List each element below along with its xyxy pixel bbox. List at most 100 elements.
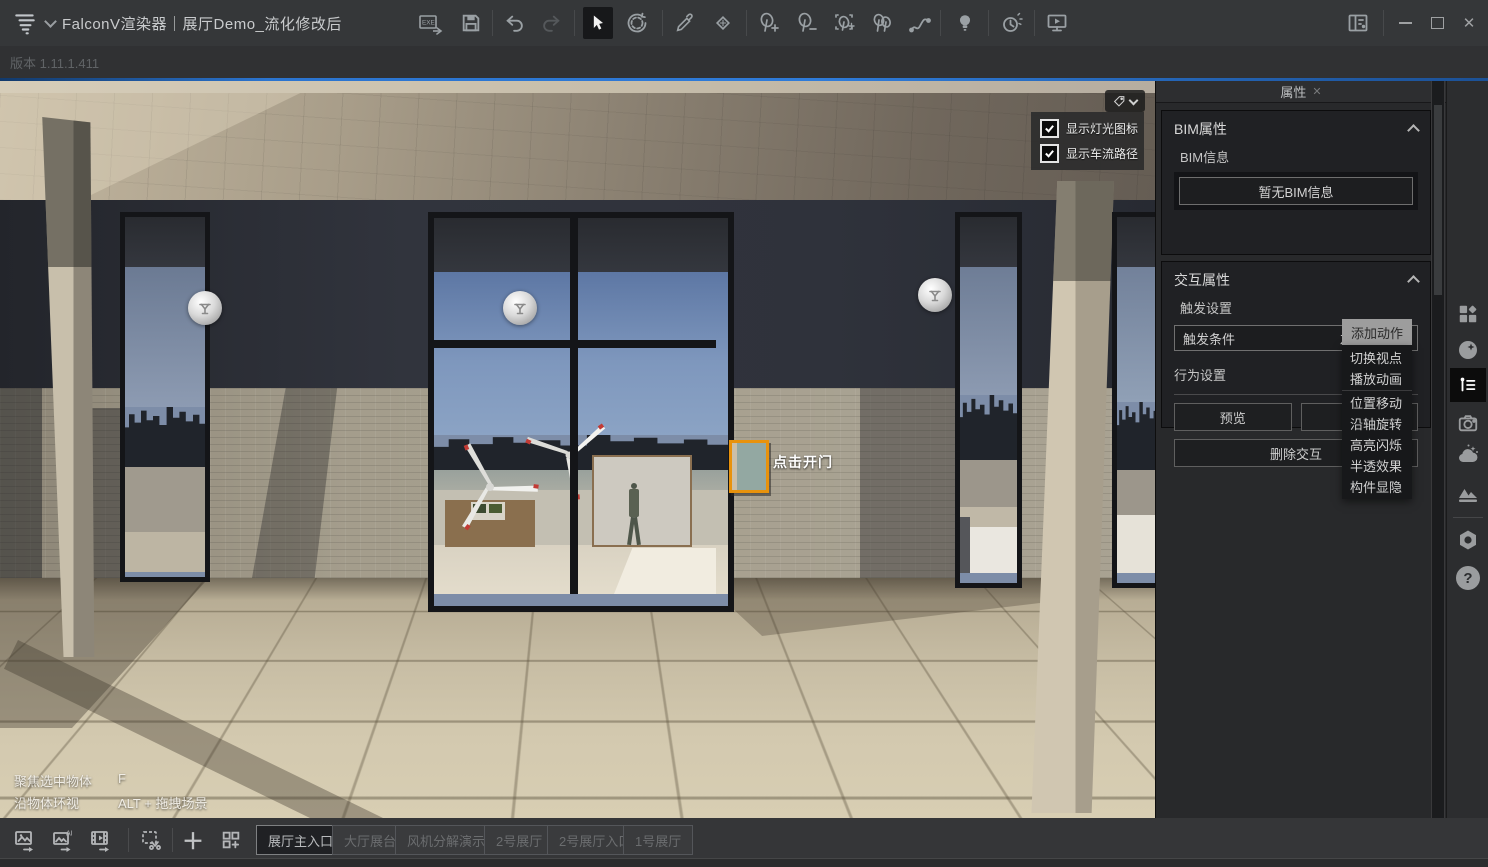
trigger-condition-label: 触发条件 — [1183, 329, 1235, 348]
preview-button[interactable]: 预览 — [1174, 403, 1292, 431]
version-bar: 版本 1.11.1.411 — [0, 46, 1488, 78]
svg-text:EXE: EXE — [422, 20, 435, 27]
light-gizmo-icon[interactable] — [918, 278, 952, 312]
menu-divider — [1342, 390, 1412, 391]
material-sphere-icon[interactable] — [1450, 335, 1486, 365]
add-viewpoint-button[interactable]: ＋ — [180, 827, 206, 853]
door-hint-label: 点击开门 — [773, 452, 833, 472]
layout-icon[interactable] — [1343, 0, 1373, 46]
properties-panel: 属性 ✕ BIM属性 BIM信息 暂无BIM信息 交互属性 触发设置 触发条件 … — [1155, 81, 1488, 818]
add-action-button[interactable]: 添加动作 — [1342, 319, 1412, 345]
scrollbar-handle[interactable] — [1434, 105, 1442, 295]
vegetation-group-icon[interactable] — [867, 0, 897, 46]
hint-focus: 聚焦选中物体 F — [14, 771, 126, 790]
components-icon[interactable] — [1450, 299, 1486, 329]
panel-scrollbar[interactable] — [1431, 81, 1445, 818]
show-traffic-checkbox[interactable] — [1040, 144, 1059, 163]
strip-divider — [1453, 517, 1483, 518]
viewpoint-tab-hall1[interactable]: 1号展厅 — [623, 825, 693, 855]
undo-icon[interactable] — [500, 0, 530, 46]
menu-item-play-animation[interactable]: 播放动画 — [1342, 368, 1412, 389]
app-menu-chevron-icon[interactable] — [42, 0, 58, 46]
scene-entrance-glass[interactable] — [428, 212, 734, 612]
scene-window-right-far — [1112, 212, 1155, 588]
export-video-icon[interactable] — [88, 827, 114, 853]
presentation-icon[interactable] — [1042, 0, 1072, 46]
menu-item-move-position[interactable]: 位置移动 — [1342, 392, 1412, 413]
vegetation-remove-icon[interactable] — [791, 0, 821, 46]
settings-icon[interactable] — [1450, 525, 1486, 555]
select-tool-icon[interactable] — [583, 7, 613, 39]
minimize-button[interactable] — [1390, 0, 1420, 46]
scene-mullion — [434, 340, 716, 348]
chevron-down-icon — [1129, 95, 1139, 105]
toolbar-separator — [746, 10, 747, 36]
scene-fascia — [0, 81, 1155, 93]
path-tool-icon[interactable] — [905, 0, 935, 46]
behavior-section-label: 行为设置 — [1174, 365, 1226, 384]
vegetation-add-icon[interactable] — [753, 0, 783, 46]
tab-close-icon[interactable]: ✕ — [1312, 85, 1321, 98]
scene-window-left — [120, 212, 210, 582]
light-tool-icon[interactable] — [950, 0, 980, 46]
door-interaction-marker[interactable] — [729, 440, 769, 493]
crop-capture-icon[interactable] — [138, 827, 164, 853]
viewport-3d[interactable]: 点击开门 显示灯光图标 显示车流路径 聚焦选中物体 F 沿物体环视 ALT + … — [0, 81, 1155, 818]
time-of-day-icon[interactable] — [996, 0, 1026, 46]
bim-section-header[interactable]: BIM属性 — [1162, 111, 1430, 145]
menu-item-translucent[interactable]: 半透效果 — [1342, 455, 1412, 476]
viewpoint-tab-hall2[interactable]: 2号展厅 — [484, 825, 554, 855]
scene-person — [627, 483, 641, 547]
export-ai-image-icon[interactable]: AI — [50, 827, 76, 853]
panel-tab-bar[interactable]: 属性 ✕ — [1156, 81, 1446, 103]
version-label: 版本 1.11.1.411 — [10, 53, 99, 72]
bottombar-separator — [128, 828, 129, 852]
redo-icon[interactable] — [536, 0, 566, 46]
show-lights-label: 显示灯光图标 — [1066, 120, 1138, 137]
eyedropper-icon[interactable] — [670, 0, 700, 46]
maximize-button[interactable] — [1422, 0, 1452, 46]
scene-ceiling — [0, 93, 1155, 200]
menu-item-highlight-flash[interactable]: 高亮闪烁 — [1342, 434, 1412, 455]
light-gizmo-icon[interactable] — [188, 291, 222, 325]
app-logo-icon — [8, 0, 42, 46]
weather-icon[interactable] — [1450, 440, 1486, 470]
tab-properties[interactable]: 属性 — [1280, 82, 1306, 101]
collapse-icon — [1407, 275, 1420, 288]
tag-icon — [1113, 95, 1126, 108]
save-icon[interactable] — [456, 0, 486, 46]
orbit-tool-icon[interactable] — [622, 0, 652, 46]
terrain-icon[interactable] — [1450, 479, 1486, 509]
show-lights-checkbox[interactable] — [1040, 119, 1059, 138]
export-image-icon[interactable] — [12, 827, 38, 853]
menu-item-show-hide[interactable]: 构件显隐 — [1342, 476, 1412, 497]
vegetation-select-icon[interactable] — [829, 0, 859, 46]
bottombar-separator — [172, 828, 173, 852]
light-gizmo-icon[interactable] — [503, 291, 537, 325]
tag-filter-button[interactable] — [1105, 90, 1145, 112]
menu-item-rotate-axis[interactable]: 沿轴旋转 — [1342, 413, 1412, 434]
menu-item-switch-view[interactable]: 切换视点 — [1342, 347, 1412, 368]
scene-mullion — [570, 218, 578, 594]
scene-window-right — [955, 212, 1022, 588]
export-exe-icon[interactable]: EXE — [416, 0, 446, 46]
scene-tree-icon-selected[interactable] — [1450, 368, 1486, 402]
paint-bucket-icon[interactable] — [708, 0, 738, 46]
svg-text:AI: AI — [66, 831, 73, 838]
toolbar-separator — [492, 10, 493, 36]
collapse-icon — [1407, 124, 1420, 137]
help-icon[interactable]: ? — [1450, 563, 1486, 593]
interaction-section-header[interactable]: 交互属性 — [1162, 262, 1430, 296]
toolbar-separator — [1034, 10, 1035, 36]
scene-wind-turbine — [514, 405, 624, 505]
add-action-menu: 切换视点 播放动画 位置移动 沿轴旋转 高亮闪烁 半透效果 构件显隐 — [1342, 345, 1412, 499]
show-traffic-option[interactable]: 显示车流路径 — [1040, 144, 1144, 163]
show-lights-option[interactable]: 显示灯光图标 — [1040, 119, 1144, 138]
manage-views-icon[interactable] — [218, 827, 244, 853]
viewport-display-options: 显示灯光图标 显示车流路径 — [1031, 112, 1144, 170]
toolbar-separator — [940, 10, 941, 36]
close-button[interactable]: ✕ — [1454, 0, 1484, 46]
viewpoint-tab-fan-demo[interactable]: 风机分解演示 — [395, 825, 497, 855]
toolbar-separator — [988, 10, 989, 36]
camera-icon[interactable] — [1450, 408, 1486, 438]
